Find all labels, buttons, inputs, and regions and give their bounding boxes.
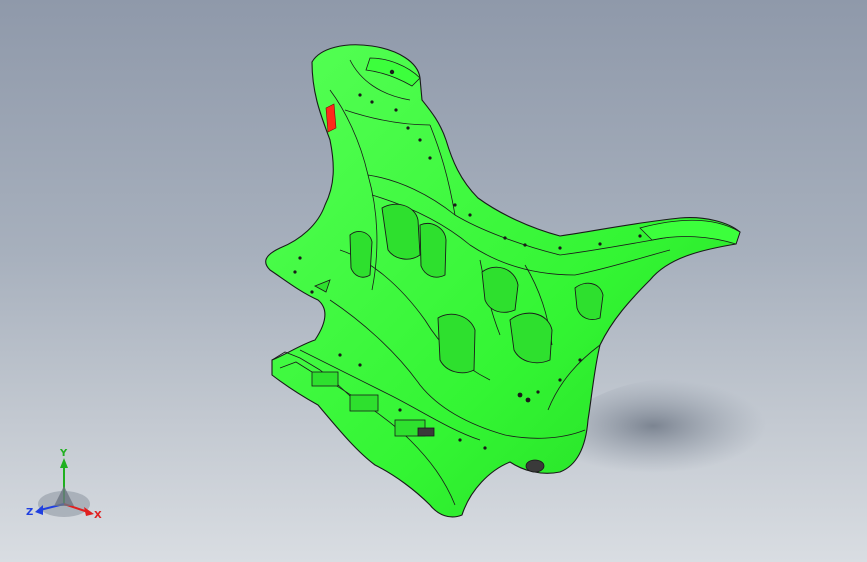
selected-face[interactable] [325,103,337,133]
coordinate-triad[interactable]: Y X Z [24,446,108,526]
y-axis-label: Y [59,448,68,459]
z-axis-label: Z [26,507,33,518]
part-large-hole [525,459,545,473]
x-axis-label: X [94,510,102,521]
flange-hole [389,69,395,75]
graphics-viewport[interactable]: Y X Z [0,0,867,562]
x-axis-arrow [84,507,94,516]
y-axis-arrow [60,458,68,468]
3d-part-model[interactable] [0,0,867,562]
